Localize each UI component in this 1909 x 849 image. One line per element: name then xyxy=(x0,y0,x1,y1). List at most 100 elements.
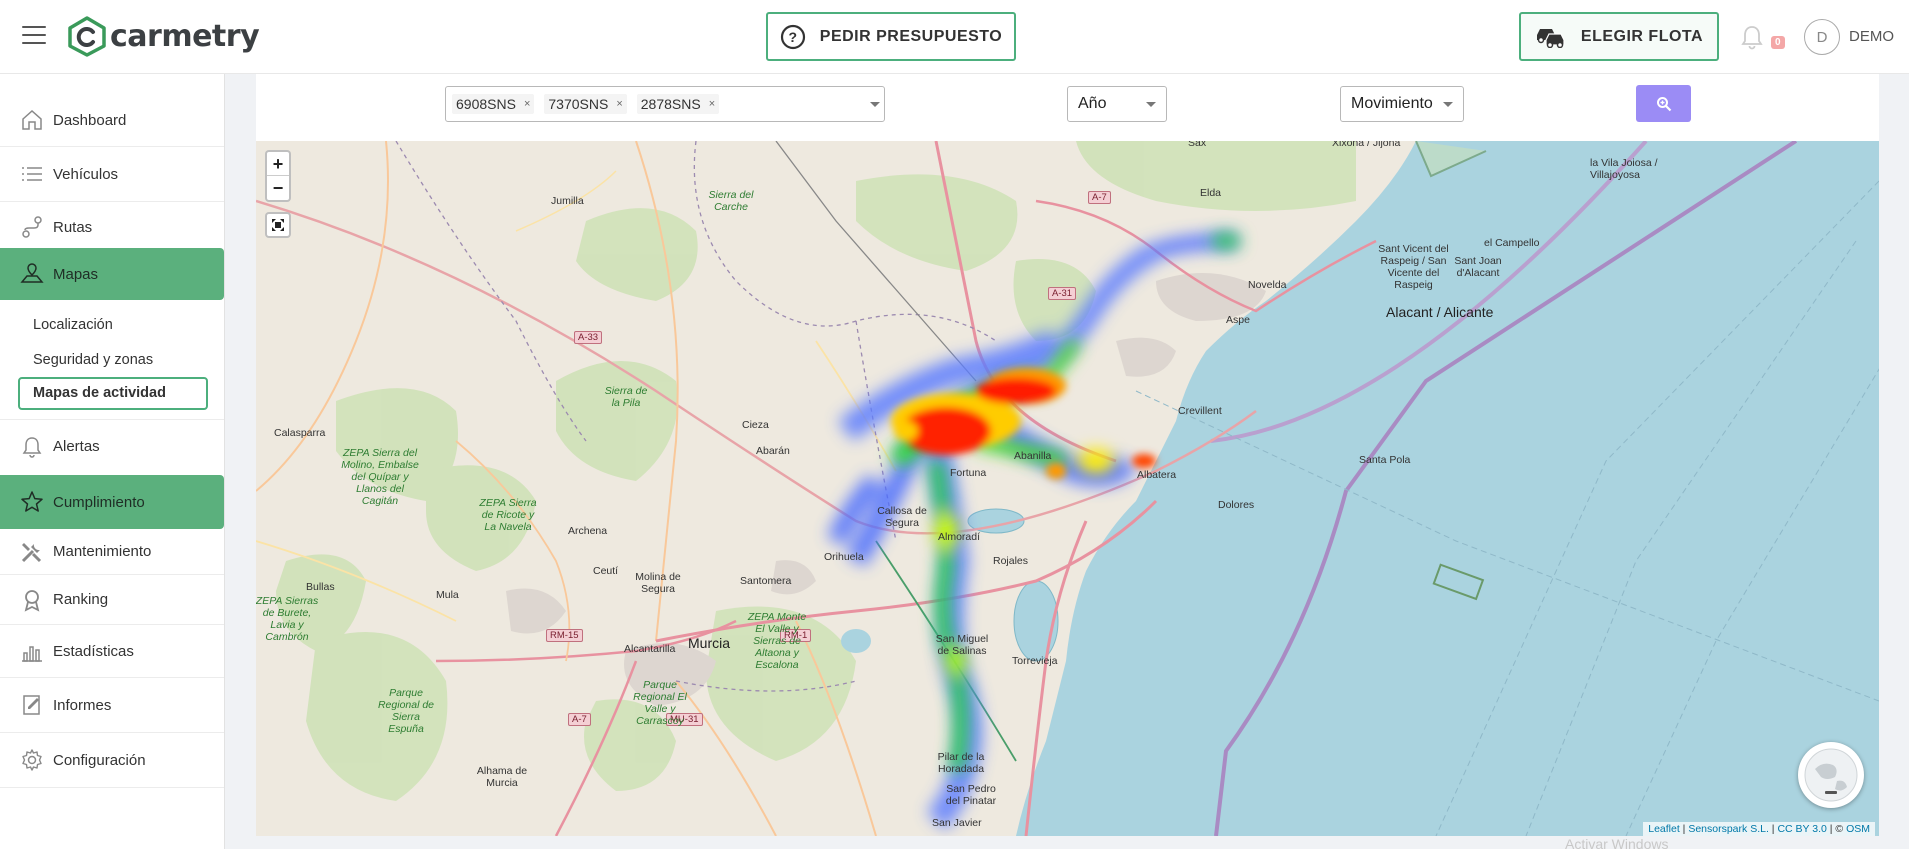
map-label: Orihuela xyxy=(824,551,864,563)
sidebar-item-ranking[interactable]: Ranking xyxy=(0,575,224,625)
zoom-control: + − xyxy=(265,150,291,202)
period-select[interactable]: Año xyxy=(1067,86,1167,122)
map-label: Dolores xyxy=(1218,499,1255,511)
home-icon xyxy=(19,107,45,133)
activity-map[interactable]: Sax Xixona / Jijona la Vila Joiosa / Vil… xyxy=(256,141,1879,836)
sidebar-item-mantenimiento[interactable]: Mantenimiento xyxy=(0,529,224,575)
map-label: San Javier xyxy=(932,817,982,829)
zoom-in-button[interactable]: + xyxy=(267,152,289,176)
provider-link[interactable]: Sensorspark S.L. xyxy=(1688,823,1769,835)
choose-fleet-button[interactable]: ELEGIR FLOTA xyxy=(1519,12,1719,61)
submenu-seguridad-zonas[interactable]: Seguridad y zonas xyxy=(33,352,153,368)
logo-icon xyxy=(68,16,106,57)
sidebar-item-dashboard[interactable]: Dashboard xyxy=(0,94,224,147)
map-label: Sax xyxy=(1188,141,1207,149)
map-label: Archena xyxy=(568,525,608,537)
submenu-localizacion[interactable]: Localización xyxy=(33,317,113,333)
notifications-bell-icon[interactable] xyxy=(1740,24,1764,50)
map-label: el Campello xyxy=(1484,237,1540,249)
sidebar-item-label: Informes xyxy=(53,696,112,714)
map-label: la Vila Joiosa / Villajoyosa xyxy=(1590,157,1658,181)
sidebar-item-label: Alertas xyxy=(53,438,100,455)
map-label: Pilar de la Horadada xyxy=(937,751,985,775)
tools-icon xyxy=(19,539,45,565)
map-park-label: Sierra de la Pila xyxy=(604,385,648,409)
map-label: Fortuna xyxy=(950,467,987,479)
basemap-switcher-button[interactable] xyxy=(1798,742,1864,808)
avatar[interactable]: D xyxy=(1804,19,1840,55)
map-label: Xixona / Jijona xyxy=(1332,141,1401,149)
sidebar-item-label: Ranking xyxy=(53,591,109,608)
map-label: Mula xyxy=(436,589,459,601)
map-city-label: Murcia xyxy=(688,635,731,651)
route-icon xyxy=(19,214,45,240)
period-select-value: Año xyxy=(1078,95,1107,112)
remove-tag-icon[interactable]: × xyxy=(524,98,530,110)
report-icon xyxy=(19,692,45,718)
filter-bar: 6908SNS × 7370SNS × 2878SNS × Año Movimient… xyxy=(256,74,1879,141)
zoom-out-button[interactable]: − xyxy=(267,176,289,200)
map-park-label: Sierra del Carche xyxy=(708,189,754,213)
sidebar-item-configuracion[interactable]: Configuración xyxy=(0,733,224,788)
map-label: Alcantarilla xyxy=(624,643,676,655)
license-link[interactable]: CC BY 3.0 xyxy=(1777,823,1826,835)
sidebar-item-label: Vehículos xyxy=(53,165,119,183)
map-label: Santomera xyxy=(740,575,792,587)
sidebar-item-vehiculos[interactable]: Vehículos xyxy=(0,147,224,202)
sidebar-item-estadisticas[interactable]: Estadísticas xyxy=(0,625,224,678)
sidebar-item-mapas[interactable]: Mapas xyxy=(0,248,224,300)
map-label: Cieza xyxy=(742,419,769,431)
magnifier-icon xyxy=(1656,96,1671,111)
sidebar-item-rutas[interactable]: Rutas xyxy=(0,202,224,252)
map-base-layer xyxy=(256,141,1879,836)
remove-tag-icon[interactable]: × xyxy=(709,98,715,110)
vehicle-multiselect[interactable]: 6908SNS × 7370SNS × 2878SNS × xyxy=(445,86,885,122)
logo[interactable]: carmetry xyxy=(66,14,260,58)
svg-text:?: ? xyxy=(788,29,797,45)
map-label: Novelda xyxy=(1248,279,1287,291)
map-park-label: ZEPA Sierras de Burete, Lavia y Cambrón xyxy=(256,595,319,643)
remove-tag-icon[interactable]: × xyxy=(616,98,622,110)
map-label: Alhama de Murcia xyxy=(476,765,528,789)
map-label: Sant Vicent del Raspeig / San Vicente de… xyxy=(1378,243,1449,291)
award-icon xyxy=(19,587,45,613)
fullscreen-button[interactable] xyxy=(265,212,291,238)
leaflet-link[interactable]: Leaflet xyxy=(1648,823,1680,835)
map-label: Calasparra xyxy=(274,427,326,439)
sidebar-item-cumplimiento[interactable]: Cumplimiento xyxy=(0,475,224,529)
sidebar-item-alertas[interactable]: Alertas xyxy=(0,419,224,473)
map-label: San Miguel de Salinas xyxy=(935,633,989,657)
map-park-label: ZEPA Monte El Valle y Sierras de Altaona… xyxy=(747,611,807,671)
map-icon xyxy=(19,261,45,287)
top-bar: carmetry ? PEDIR PRESUPUESTO ELEGIR FLOT… xyxy=(0,0,1909,74)
sidebar-item-informes[interactable]: Informes xyxy=(0,678,224,733)
vehicle-tag: 6908SNS × xyxy=(452,94,535,114)
sidebar-item-label: Cumplimiento xyxy=(53,493,145,511)
sidebar-item-label: Estadísticas xyxy=(53,642,134,660)
username[interactable]: DEMO xyxy=(1849,28,1894,45)
chevron-down-icon xyxy=(870,102,880,107)
map-city-label: Alacant / Alicante xyxy=(1386,304,1494,320)
request-quote-button[interactable]: ? PEDIR PRESUPUESTO xyxy=(766,12,1016,61)
sidebar-item-label: Configuración xyxy=(53,751,146,769)
map-label: Molina de Segura xyxy=(635,571,681,595)
map-label: Albatera xyxy=(1137,469,1177,481)
vehicle-tag: 2878SNS × xyxy=(636,94,720,114)
submenu-mapas-actividad[interactable]: Mapas de actividad xyxy=(18,377,208,410)
osm-link[interactable]: OSM xyxy=(1846,823,1870,835)
notifications-badge: 0 xyxy=(1771,36,1785,49)
map-label: Santa Pola xyxy=(1359,454,1411,466)
type-select-value: Movimiento xyxy=(1351,95,1433,112)
map-label: Torrevieja xyxy=(1012,655,1058,667)
cars-icon xyxy=(1535,26,1567,48)
search-button[interactable] xyxy=(1636,85,1691,122)
type-select[interactable]: Movimiento xyxy=(1340,86,1464,122)
bell-icon xyxy=(19,434,45,460)
fullscreen-icon xyxy=(272,219,284,231)
road-shield: A-7 xyxy=(1088,191,1111,204)
list-icon xyxy=(19,161,45,187)
map-label: Aspe xyxy=(1226,314,1250,326)
menu-toggle-icon[interactable] xyxy=(22,26,46,46)
map-park-label: ZEPA Sierra del Molino, Embalse del Quíp… xyxy=(341,447,419,507)
vehicle-tag: 7370SNS × xyxy=(544,94,627,114)
